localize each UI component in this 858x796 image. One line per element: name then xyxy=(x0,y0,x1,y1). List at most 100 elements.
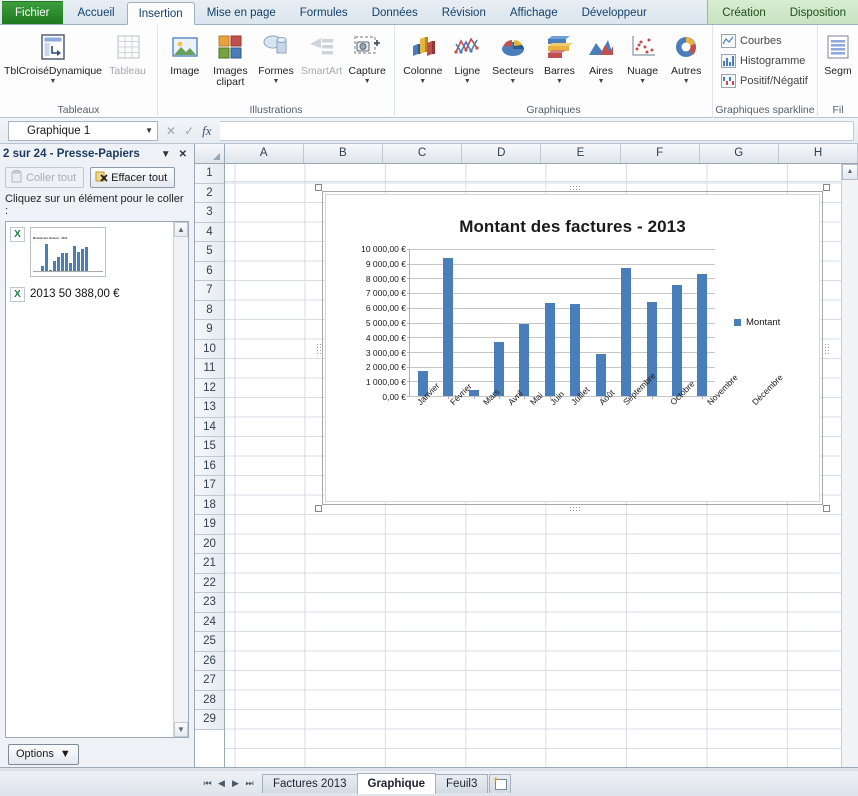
clear-all-button[interactable]: Effacer tout xyxy=(90,167,176,188)
other-chart-button[interactable]: Autres ▼ xyxy=(664,28,708,85)
row-header-12[interactable]: 12 xyxy=(195,378,224,398)
row-header-9[interactable]: 9 xyxy=(195,320,224,340)
row-header-1[interactable]: 1 xyxy=(195,164,224,184)
clipboard-scrollbar[interactable]: ▲ ▼ xyxy=(173,222,188,737)
row-header-15[interactable]: 15 xyxy=(195,437,224,457)
chart-bar-slot[interactable] xyxy=(537,249,562,399)
chart-bar-slot[interactable] xyxy=(410,249,435,399)
row-header-20[interactable]: 20 xyxy=(195,534,224,554)
resize-handle-bottom-right[interactable] xyxy=(823,505,830,512)
row-header-17[interactable]: 17 xyxy=(195,476,224,496)
clipart-button[interactable]: Images clipart xyxy=(208,28,254,88)
row-header-13[interactable]: 13 xyxy=(195,398,224,418)
row-header-14[interactable]: 14 xyxy=(195,417,224,437)
chart-bar[interactable] xyxy=(595,354,606,396)
chart-bar-slot[interactable] xyxy=(435,249,460,399)
row-header-6[interactable]: 6 xyxy=(195,261,224,281)
chart-bar[interactable] xyxy=(519,323,530,396)
chevron-down-icon[interactable]: ▼ xyxy=(639,78,646,85)
row-header-22[interactable]: 22 xyxy=(195,573,224,593)
row-header-19[interactable]: 19 xyxy=(195,515,224,535)
resize-handle-top-left[interactable] xyxy=(315,184,322,191)
chevron-down-icon[interactable]: ▼ xyxy=(464,78,471,85)
resize-handle-top-right[interactable] xyxy=(823,184,830,191)
column-header-b[interactable]: B xyxy=(304,144,383,163)
smartart-button[interactable]: SmartArt xyxy=(299,28,345,77)
first-sheet-icon[interactable]: ⏮ xyxy=(201,778,214,789)
sheet-tab-graphique[interactable]: Graphique xyxy=(356,773,437,794)
row-header-28[interactable]: 28 xyxy=(195,690,224,710)
tab-disposition[interactable]: Disposition xyxy=(778,1,858,24)
sheet-tab-feuil3[interactable]: Feuil3 xyxy=(435,774,489,793)
column-header-g[interactable]: G xyxy=(700,144,779,163)
chart-bars[interactable] xyxy=(410,249,715,399)
sheet-tab-factures-2013[interactable]: Factures 2013 xyxy=(262,774,358,793)
sparkline-winloss-button[interactable]: Positif/Négatif xyxy=(717,71,812,91)
bar-chart-button[interactable]: Barres ▼ xyxy=(538,28,582,85)
row-header-29[interactable]: 29 xyxy=(195,710,224,730)
chevron-down-icon[interactable]: ▼ xyxy=(598,78,605,85)
cancel-formula-icon[interactable]: ✕ xyxy=(166,124,176,138)
tab-insertion[interactable]: Insertion xyxy=(126,2,195,25)
next-sheet-icon[interactable]: ▶ xyxy=(229,778,242,789)
chart-bar[interactable] xyxy=(570,304,581,396)
row-header-2[interactable]: 2 xyxy=(195,183,224,203)
slicer-button[interactable]: Segm xyxy=(822,28,854,77)
insert-function-icon[interactable]: fx xyxy=(202,123,211,139)
row-header-26[interactable]: 26 xyxy=(195,651,224,671)
row-header-5[interactable]: 5 xyxy=(195,242,224,262)
formula-input[interactable] xyxy=(219,120,854,141)
resize-handle-bottom-center[interactable] xyxy=(568,506,580,511)
shapes-button[interactable]: Formes ▼ xyxy=(253,28,299,85)
y-axis-labels[interactable]: 10 000,00 € 9 000,00 € 8 000,00 € 7 000,00 … xyxy=(330,245,406,408)
row-header-24[interactable]: 24 xyxy=(195,612,224,632)
chart-bar-slot[interactable] xyxy=(486,249,511,399)
column-header-e[interactable]: E xyxy=(541,144,621,163)
row-header-7[interactable]: 7 xyxy=(195,281,224,301)
row-header-27[interactable]: 27 xyxy=(195,671,224,691)
close-icon[interactable]: ✕ xyxy=(175,149,191,160)
column-chart-button[interactable]: Colonne ▼ xyxy=(399,28,447,85)
area-chart-button[interactable]: Aires ▼ xyxy=(581,28,621,85)
row-header-18[interactable]: 18 xyxy=(195,495,224,515)
chart-bar[interactable] xyxy=(697,274,708,396)
scroll-up-icon[interactable]: ▲ xyxy=(842,164,858,180)
chart-object[interactable]: Montant des factures - 2013 10 000,00 € 9… xyxy=(315,184,830,512)
column-header-a[interactable]: A xyxy=(225,144,304,163)
chevron-down-icon[interactable]: ▼ xyxy=(509,78,516,85)
chart-bar-slot[interactable] xyxy=(588,249,613,399)
chart-bar-slot[interactable] xyxy=(664,249,689,399)
row-header-8[interactable]: 8 xyxy=(195,300,224,320)
scatter-chart-button[interactable]: Nuage ▼ xyxy=(621,28,665,85)
pie-chart-button[interactable]: Secteurs ▼ xyxy=(488,28,538,85)
chevron-down-icon[interactable]: ▼ xyxy=(145,126,153,135)
column-header-h[interactable]: H xyxy=(779,144,858,163)
chart-bar[interactable] xyxy=(443,257,454,396)
row-header-3[interactable]: 3 xyxy=(195,203,224,223)
chevron-down-icon[interactable]: ▼ xyxy=(419,78,426,85)
column-header-d[interactable]: D xyxy=(462,144,542,163)
tab-accueil[interactable]: Accueil xyxy=(66,1,127,24)
chart-bar[interactable] xyxy=(671,285,682,396)
row-header-16[interactable]: 16 xyxy=(195,456,224,476)
chart-bar-slot[interactable] xyxy=(563,249,588,399)
select-all-corner[interactable] xyxy=(195,144,225,163)
chevron-down-icon[interactable]: ▼ xyxy=(50,78,57,85)
resize-handle-top-center[interactable] xyxy=(568,185,580,190)
chevron-down-icon[interactable]: ▼ xyxy=(273,78,280,85)
chart-bar-slot[interactable] xyxy=(461,249,486,399)
row-header-21[interactable]: 21 xyxy=(195,554,224,574)
chart-bar[interactable] xyxy=(621,268,632,396)
name-box[interactable]: Graphique 1 ▼ xyxy=(8,120,158,141)
resize-handle-bottom-left[interactable] xyxy=(315,505,322,512)
clipboard-item-text[interactable]: 2013 50 388,00 € xyxy=(6,282,188,307)
grid-cells[interactable]: Montant des factures - 2013 10 000,00 € 9… xyxy=(225,164,858,770)
clipboard-options-button[interactable]: Options ▼ xyxy=(8,743,79,765)
row-header-23[interactable]: 23 xyxy=(195,593,224,613)
picture-button[interactable]: Image xyxy=(162,28,208,77)
pivot-table-button[interactable]: TblCroiséDynamique ▼ xyxy=(4,28,102,85)
prev-sheet-icon[interactable]: ◀ xyxy=(215,778,228,789)
last-sheet-icon[interactable]: ⏭ xyxy=(243,778,256,789)
resize-handle-left-center[interactable] xyxy=(316,343,321,354)
chart-title[interactable]: Montant des factures - 2013 xyxy=(326,195,819,237)
